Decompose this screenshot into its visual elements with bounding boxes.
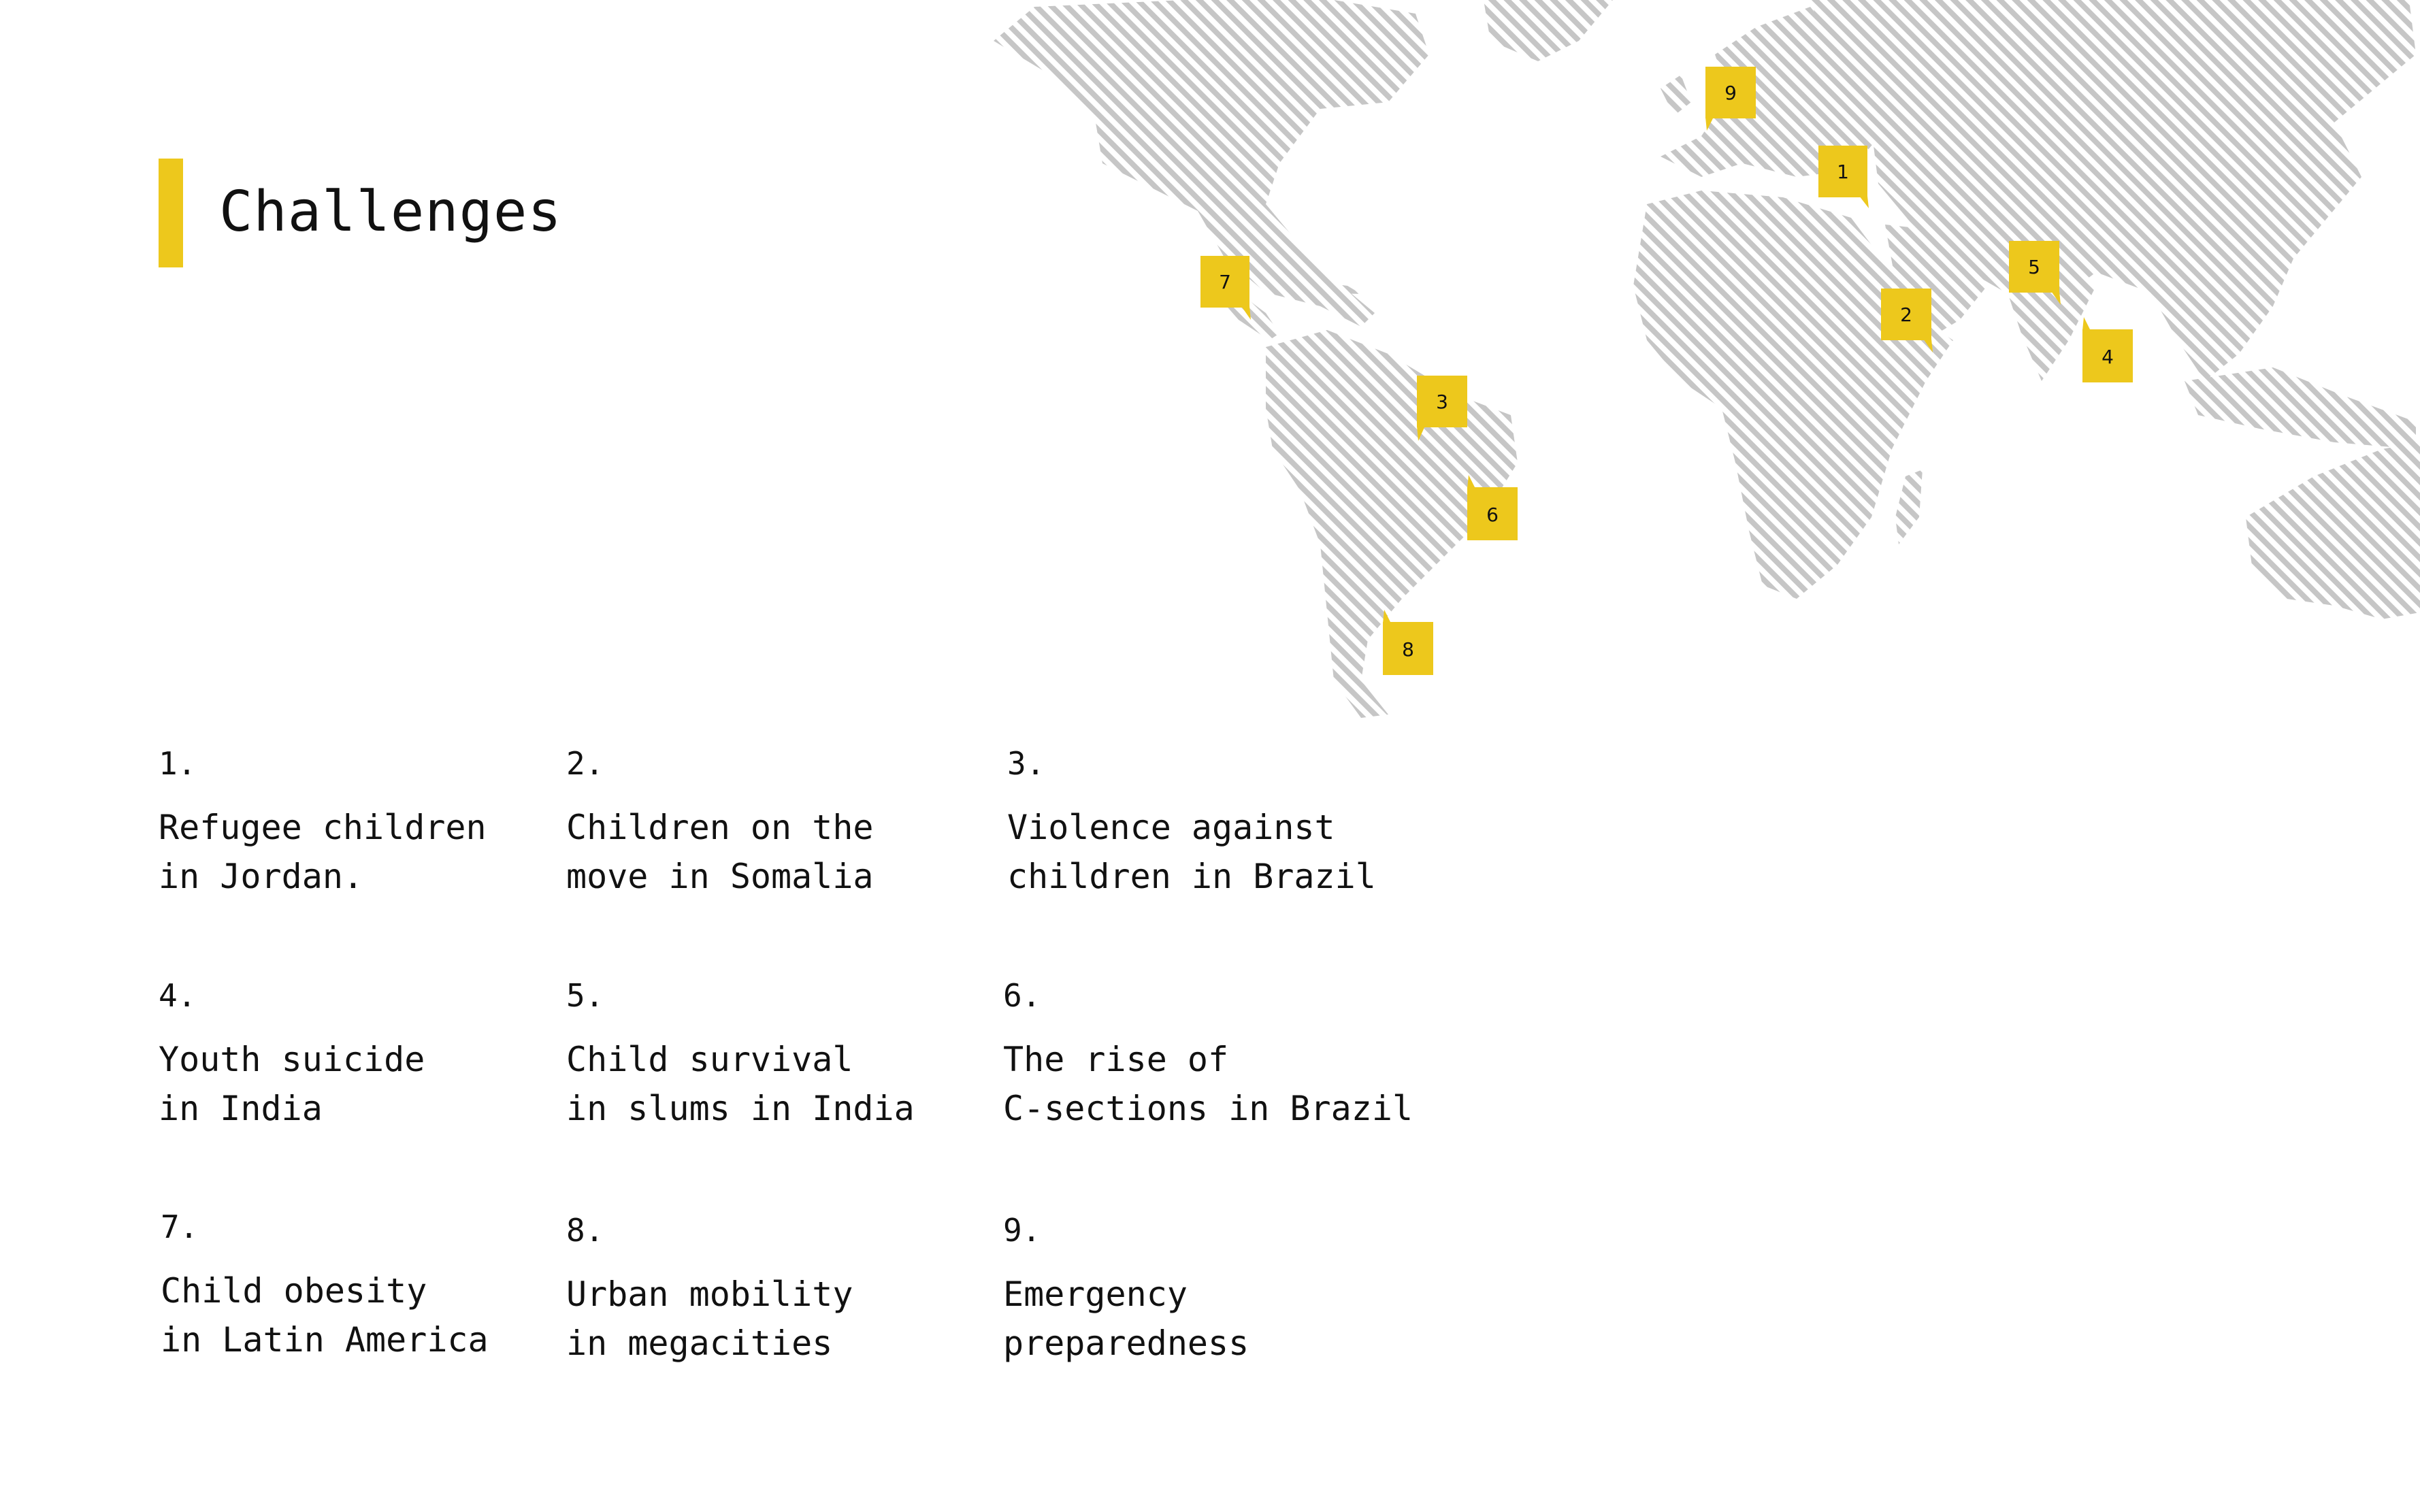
- marker-1-label: 1: [1837, 161, 1849, 183]
- challenge-item-5: 5. Child survival in slums in India: [566, 976, 961, 1133]
- challenge-text-line-1: Youth suicide: [159, 1040, 425, 1079]
- marker-4-label: 4: [2102, 346, 2114, 368]
- challenge-text-line-1: Refugee children: [159, 808, 487, 847]
- challenge-number: 6.: [1003, 977, 1041, 1014]
- challenge-text-line-2: in Jordan.: [159, 857, 364, 896]
- marker-8-label: 8: [1402, 638, 1414, 661]
- challenge-text-line-1: Children on the: [566, 808, 874, 847]
- challenge-number: 5.: [566, 977, 604, 1014]
- marker-6-label: 6: [1486, 504, 1499, 526]
- challenge-item-7: 7. Child obesity in Latin America: [161, 1208, 555, 1364]
- marker-2-label: 2: [1900, 303, 1912, 326]
- marker-9-label: 9: [1724, 82, 1737, 104]
- challenge-text-line-2: move in Somalia: [566, 857, 874, 896]
- challenge-text-line-2: in megacities: [566, 1324, 833, 1363]
- challenge-text-line-1: Child survival: [566, 1040, 853, 1079]
- challenge-number: 1.: [159, 745, 197, 782]
- marker-3-label: 3: [1436, 391, 1448, 413]
- landmass-madagascar: [1895, 470, 1923, 544]
- challenge-number: 3.: [1007, 745, 1045, 782]
- landmass-greenland: [1484, 0, 1613, 61]
- challenge-number: 2.: [566, 745, 604, 782]
- challenge-item-4: 4. Youth suicide in India: [159, 976, 553, 1133]
- title-accent-bar: [159, 159, 183, 267]
- marker-7-label: 7: [1219, 271, 1231, 293]
- challenge-text-line-2: C-sections in Brazil: [1003, 1089, 1413, 1128]
- challenge-item-3: 3. Violence against children in Brazil: [1007, 744, 1402, 901]
- challenge-number: 9.: [1003, 1212, 1041, 1249]
- challenge-text-line-1: The rise of: [1003, 1040, 1229, 1079]
- challenge-text-line-2: in Latin America: [161, 1320, 489, 1360]
- challenge-item-8: 8. Urban mobility in megacities: [566, 1211, 961, 1368]
- landmass-australia: [2246, 442, 2420, 619]
- challenge-item-6: 6. The rise of C-sections in Brazil: [1003, 976, 1413, 1133]
- challenge-item-9: 9. Emergency preparedness: [1003, 1211, 1398, 1368]
- challenge-number: 7.: [161, 1209, 199, 1245]
- challenge-number: 8.: [566, 1212, 604, 1249]
- map-marker-8[interactable]: 8: [1383, 610, 1433, 675]
- world-map: 1 2 3 4 5 6 7 8 9: [980, 0, 2420, 728]
- challenge-text-line-2: in India: [159, 1089, 323, 1128]
- challenge-text-line-2: preparedness: [1003, 1324, 1249, 1363]
- challenge-text-line-1: Child obesity: [161, 1271, 427, 1311]
- map-marker-4[interactable]: 4: [2082, 317, 2133, 382]
- challenge-item-1: 1. Refugee children in Jordan.: [159, 744, 553, 901]
- challenge-text-line-2: children in Brazil: [1007, 857, 1376, 896]
- page-title: Challenges: [219, 180, 562, 244]
- challenge-text-line-1: Urban mobility: [566, 1275, 853, 1314]
- marker-5-label: 5: [2028, 256, 2040, 278]
- challenge-text-line-1: Violence against: [1007, 808, 1335, 847]
- challenge-number: 4.: [159, 977, 197, 1014]
- map-marker-1[interactable]: 1: [1818, 146, 1869, 208]
- landmass-british-isles: [1661, 75, 1691, 116]
- landmass-southeast-asia-islands: [2185, 367, 2416, 449]
- challenge-item-2: 2. Children on the move in Somalia: [566, 744, 961, 901]
- challenge-text-line-1: Emergency: [1003, 1275, 1188, 1314]
- challenge-text-line-2: in slums in India: [566, 1089, 915, 1128]
